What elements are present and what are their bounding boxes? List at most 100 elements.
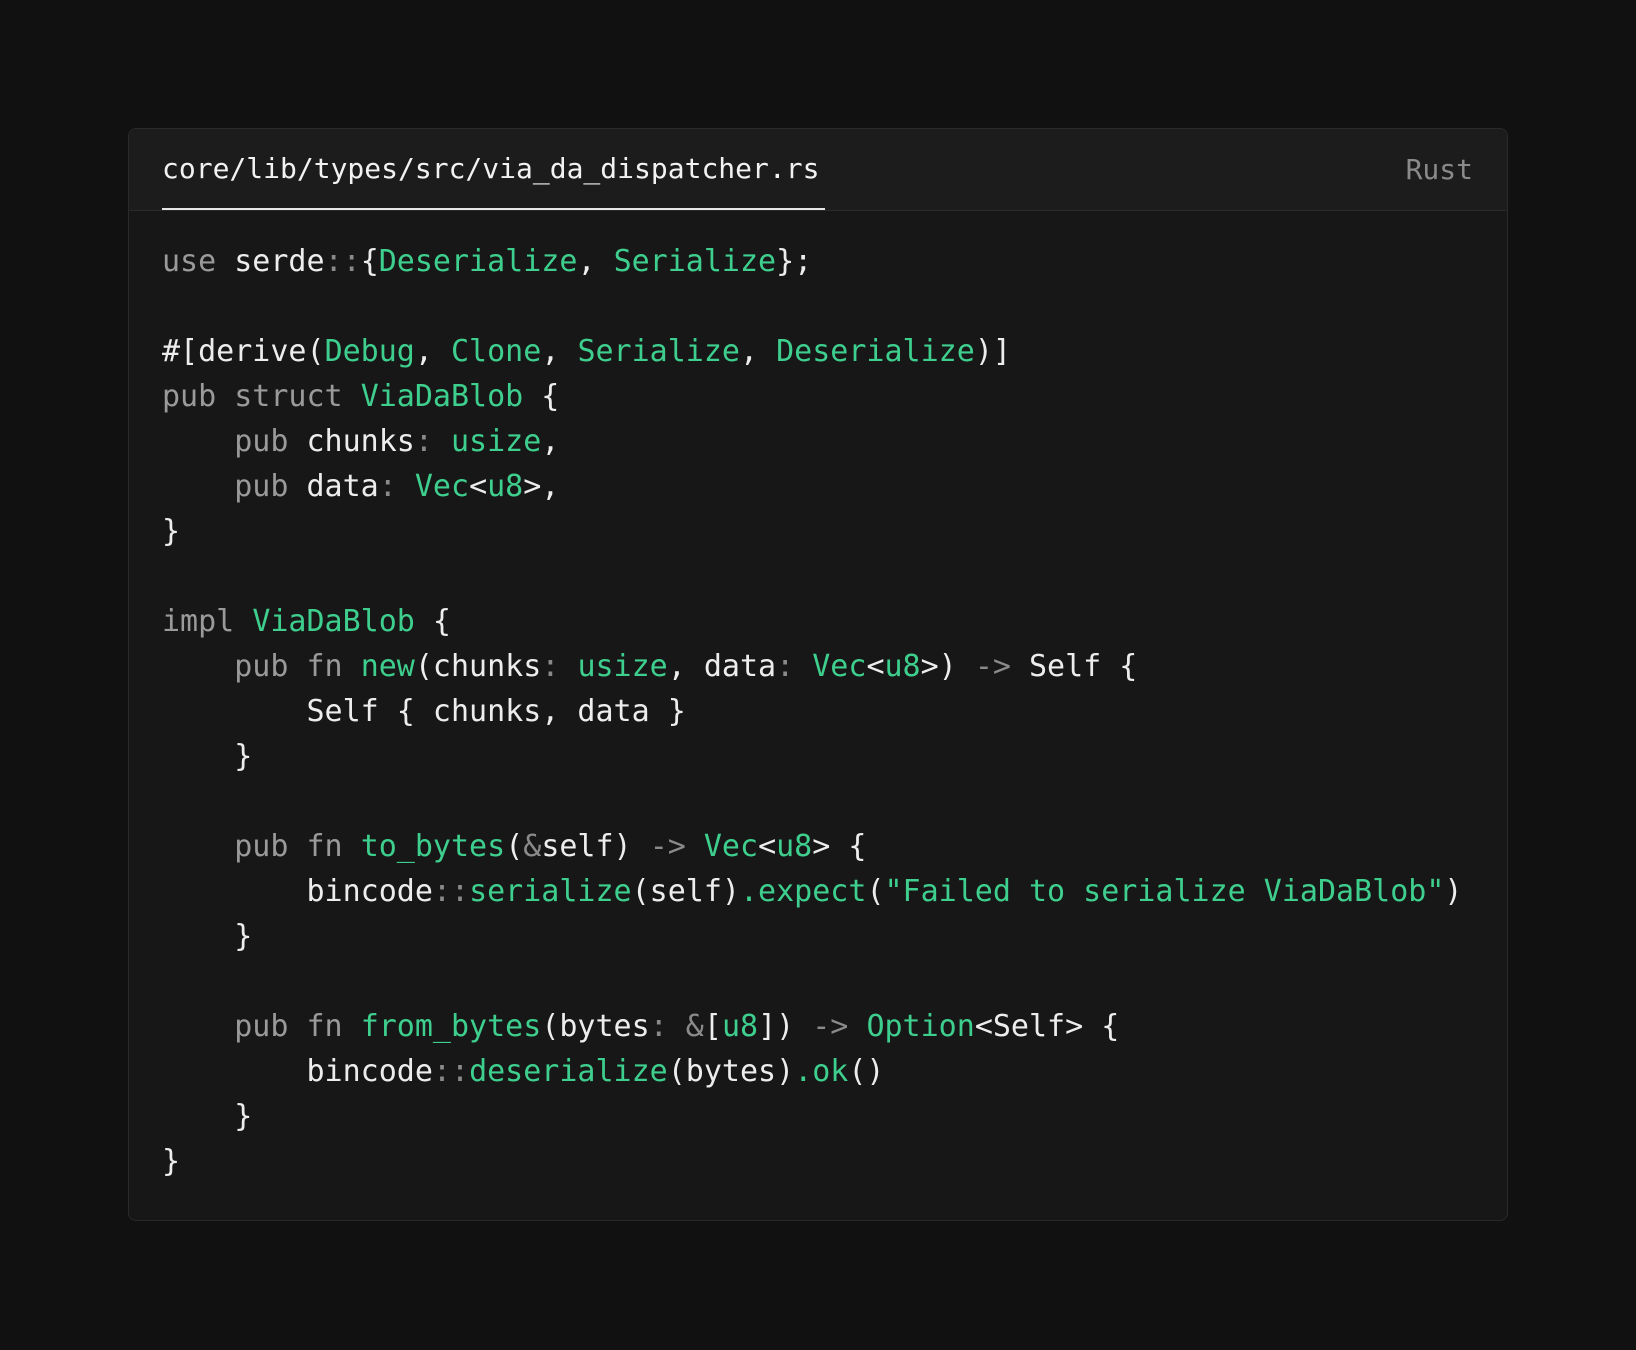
code-token: bincode [162,874,433,909]
code-token: > { [812,829,867,864]
code-token: .ok [794,1054,849,1089]
code-line: pub fn from_bytes(bytes: &[u8]) -> Optio… [162,1004,1497,1049]
code-token: u8 [487,469,524,504]
code-token: -> [812,1009,849,1044]
code-line: pub fn to_bytes(&self) -> Vec<u8> { [162,824,1497,869]
code-token: usize [451,424,542,459]
code-token: >, [523,469,560,504]
code-token: self) [541,829,650,864]
code-line: #[derive(Debug, Clone, Serialize, Deseri… [162,329,1497,374]
code-token: u8 [776,829,813,864]
code-line: impl ViaDaBlob { [162,599,1497,644]
code-line: pub fn new(chunks: usize, data: Vec<u8>)… [162,644,1497,689]
code-token: } [162,739,253,774]
code-line: pub struct ViaDaBlob { [162,374,1497,419]
code-token: }; [776,244,813,279]
code-token: )] [974,334,1011,369]
code-token: u8 [721,1009,759,1044]
code-token: (chunks [414,649,542,684]
code-token: { [360,244,379,279]
code-token: ( [866,874,885,909]
code-line: Self { chunks, data } [162,689,1497,734]
code-token: Self { chunks, data } [162,694,686,729]
code-token: new [360,649,415,684]
code-token: serde [216,244,325,279]
code-token: < [866,649,885,684]
code-token: :: [324,244,361,279]
code-token: pub fn [234,829,361,864]
code-token: Deserialize [378,244,578,279]
filename-label: core/lib/types/src/via_da_dispatcher.rs [162,152,820,185]
code-token: Clone [451,334,542,369]
code-token: pub [234,424,289,459]
code-line: } [162,734,1497,779]
code-token: & [523,829,542,864]
code-line: bincode::serialize(self).expect("Failed … [162,869,1497,914]
code-token: -> [974,649,1011,684]
code-token: < [758,829,777,864]
code-token: use [162,244,217,279]
code-token: .expect [740,874,867,909]
code-token: serialize [469,874,632,909]
code-token: pub struct [162,379,361,414]
code-token: Serialize [577,334,740,369]
code-token: ViaDaBlob [360,379,524,414]
code-token: -> [649,829,686,864]
language-label: Rust [1405,153,1473,186]
code-token: pub fn [234,1009,361,1044]
code-token: } [162,919,253,954]
code-token: u8 [884,649,921,684]
code-token: data [288,469,379,504]
code-token: from_bytes [360,1009,542,1044]
code-token: ( [505,829,524,864]
code-token: Vec [812,649,867,684]
code-token: Vec [703,829,759,864]
code-token: (self) [631,874,740,909]
code-token: : [378,469,415,504]
code-token: usize [577,649,668,684]
code-token: } [162,1099,253,1134]
code-token: , [577,244,614,279]
code-token: <Self> { [974,1009,1120,1044]
code-token: :: [432,874,470,909]
code-token: pub fn [234,649,361,684]
code-token: ]) [758,1009,813,1044]
code-token: >) [920,649,975,684]
code-token: Debug [324,334,415,369]
code-token: : [414,424,451,459]
code-token: :: [432,1054,470,1089]
code-token: , [541,334,578,369]
filename-tab[interactable]: core/lib/types/src/via_da_dispatcher.rs [162,129,826,210]
code-line: pub data: Vec<u8>, [162,464,1497,509]
code-token: Self { [1010,649,1138,684]
code-token: < [469,469,488,504]
code-token: deserialize [469,1054,668,1089]
code-line: } [162,914,1497,959]
code-line: bincode::deserialize(bytes).ok() [162,1049,1497,1094]
code-token: ViaDaBlob [252,604,415,639]
code-token: to_bytes [360,829,506,864]
code-token: Vec [414,469,470,504]
code-token: (bytes [541,1009,650,1044]
code-token: , [740,334,777,369]
code-token: } [162,514,181,549]
code-token: () [848,1054,885,1089]
code-token: Deserialize [776,334,975,369]
code-line: } [162,1139,1497,1184]
code-token: , data [667,649,777,684]
code-token: { [523,379,560,414]
code-block[interactable]: use serde::{Deserialize, Serialize}; #[de… [162,239,1497,1184]
code-token: Option [866,1009,975,1044]
code-token: { [414,604,451,639]
code-token: pub [234,469,289,504]
code-line: use serde::{Deserialize, Serialize}; [162,239,1497,284]
